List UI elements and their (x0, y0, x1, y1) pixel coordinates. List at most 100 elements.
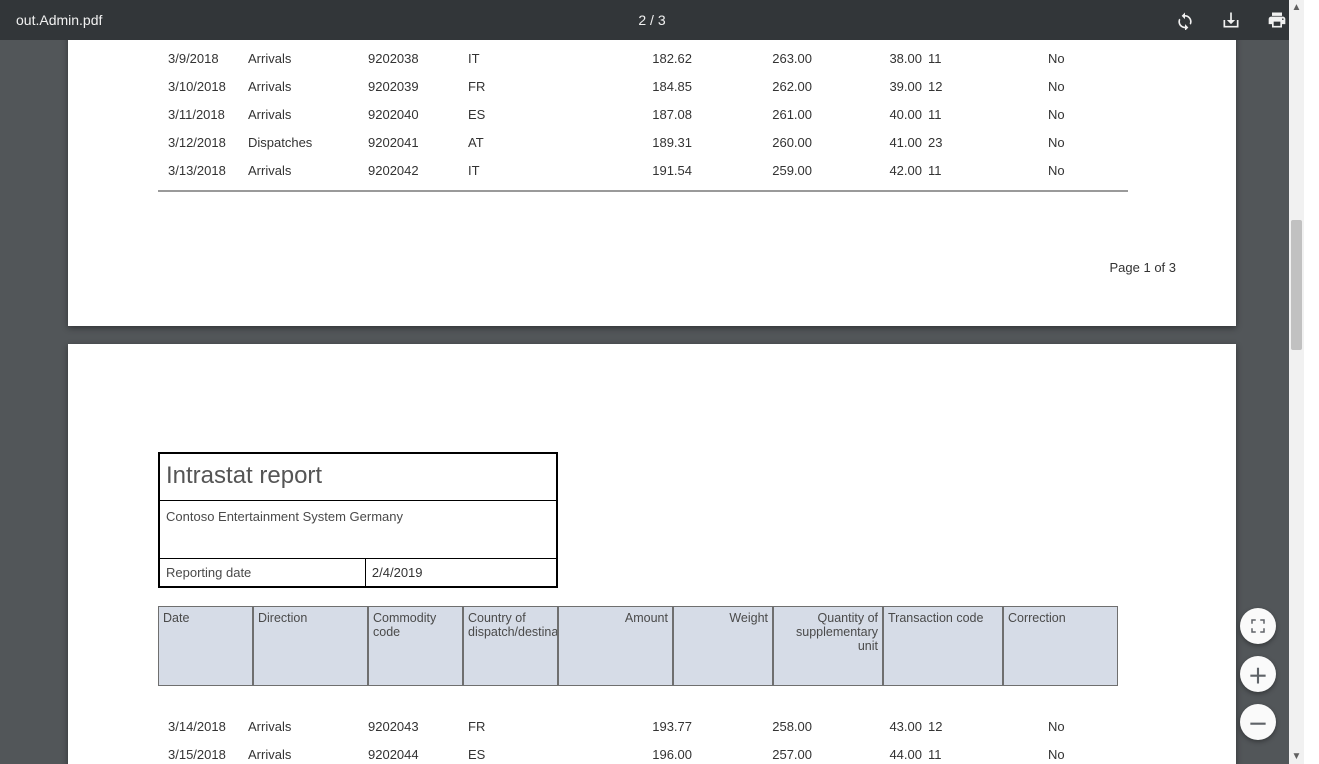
col-direction: Direction (253, 606, 368, 686)
cell-direction: Arrivals (248, 719, 368, 734)
cell-quantity: 41.00 (818, 135, 928, 150)
cell-weight: 262.00 (698, 79, 818, 94)
cell-amount: 196.00 (568, 747, 698, 762)
cell-quantity: 42.00 (818, 163, 928, 178)
scroll-thumb[interactable] (1291, 220, 1302, 350)
zoom-in-button[interactable]: ＋ (1240, 656, 1276, 692)
cell-country: ES (468, 107, 568, 122)
cell-amount: 187.08 (568, 107, 698, 122)
vertical-scrollbar[interactable]: ▲ ▼ (1289, 0, 1304, 764)
cell-quantity: 44.00 (818, 747, 928, 762)
pdf-viewer: out.Admin.pdf 2 / 3 3/9/2018Arrivals9202… (0, 0, 1304, 764)
cell-commodity: 9202042 (368, 163, 468, 178)
cell-date: 3/10/2018 (158, 79, 248, 94)
table-row: 3/9/2018Arrivals9202038IT182.62263.0038.… (158, 44, 1128, 72)
table-row: 3/13/2018Arrivals9202042IT191.54259.0042… (158, 156, 1128, 184)
cell-weight: 263.00 (698, 51, 818, 66)
cell-country: AT (468, 135, 568, 150)
pdf-page-1: 3/9/2018Arrivals9202038IT182.62263.0038.… (68, 40, 1236, 326)
report-date-label: Reporting date (160, 559, 366, 586)
col-date: Date (158, 606, 253, 686)
file-title: out.Admin.pdf (16, 12, 102, 28)
toolbar-actions (1174, 9, 1288, 31)
report-date-value: 2/4/2019 (366, 559, 556, 586)
cell-amount: 191.54 (568, 163, 698, 178)
download-icon[interactable] (1220, 9, 1242, 31)
zoom-controls: ＋ － (1240, 608, 1276, 740)
cell-amount: 193.77 (568, 719, 698, 734)
cell-country: ES (468, 747, 568, 762)
cell-amount: 184.85 (568, 79, 698, 94)
table-row: 3/11/2018Arrivals9202040ES187.08261.0040… (158, 100, 1128, 128)
cell-commodity: 9202044 (368, 747, 468, 762)
cell-weight: 261.00 (698, 107, 818, 122)
cell-quantity: 38.00 (818, 51, 928, 66)
cell-country: FR (468, 719, 568, 734)
cell-direction: Arrivals (248, 747, 368, 762)
report-header-box: Intrastat report Contoso Entertainment S… (158, 452, 558, 588)
cell-transaction: 12 (928, 79, 1048, 94)
cell-date: 3/15/2018 (158, 747, 248, 762)
cell-direction: Arrivals (248, 51, 368, 66)
scroll-down-arrow[interactable]: ▼ (1289, 749, 1304, 764)
cell-country: IT (468, 51, 568, 66)
cell-correction: No (1048, 51, 1118, 66)
cell-transaction: 11 (928, 747, 1048, 762)
page-footer: Page 1 of 3 (1110, 260, 1177, 275)
cell-direction: Arrivals (248, 107, 368, 122)
col-transaction: Transaction code (883, 606, 1003, 686)
cell-correction: No (1048, 747, 1118, 762)
cell-correction: No (1048, 79, 1118, 94)
cell-correction: No (1048, 719, 1118, 734)
cell-weight: 258.00 (698, 719, 818, 734)
cell-direction: Arrivals (248, 163, 368, 178)
col-correction: Correction (1003, 606, 1118, 686)
document-area[interactable]: 3/9/2018Arrivals9202038IT182.62263.0038.… (0, 40, 1304, 764)
pdf-toolbar: out.Admin.pdf 2 / 3 (0, 0, 1304, 40)
pdf-page-2: Intrastat report Contoso Entertainment S… (68, 344, 1236, 764)
cell-direction: Dispatches (248, 135, 368, 150)
zoom-out-button[interactable]: － (1240, 704, 1276, 740)
col-quantity: Quantity of supplementary unit (773, 606, 883, 686)
page-indicator: 2 / 3 (638, 12, 665, 28)
cell-quantity: 39.00 (818, 79, 928, 94)
report-company: Contoso Entertainment System Germany (160, 501, 556, 559)
rotate-icon[interactable] (1174, 9, 1196, 31)
col-amount: Amount (558, 606, 673, 686)
cell-country: FR (468, 79, 568, 94)
table-row: 3/12/2018Dispatches9202041AT189.31260.00… (158, 128, 1128, 156)
cell-commodity: 9202043 (368, 719, 468, 734)
cell-country: IT (468, 163, 568, 178)
table-row: 3/14/2018Arrivals9202043FR193.77258.0043… (158, 712, 1128, 740)
cell-weight: 257.00 (698, 747, 818, 762)
cell-commodity: 9202040 (368, 107, 468, 122)
cell-transaction: 12 (928, 719, 1048, 734)
report-table-page1: 3/9/2018Arrivals9202038IT182.62263.0038.… (158, 44, 1128, 192)
cell-date: 3/11/2018 (158, 107, 248, 122)
cell-correction: No (1048, 107, 1118, 122)
scroll-up-arrow[interactable]: ▲ (1289, 0, 1304, 15)
cell-transaction: 11 (928, 107, 1048, 122)
cell-commodity: 9202039 (368, 79, 468, 94)
cell-commodity: 9202038 (368, 51, 468, 66)
cell-date: 3/13/2018 (158, 163, 248, 178)
cell-correction: No (1048, 163, 1118, 178)
cell-transaction: 11 (928, 51, 1048, 66)
print-icon[interactable] (1266, 9, 1288, 31)
cell-amount: 189.31 (568, 135, 698, 150)
cell-date: 3/14/2018 (158, 719, 248, 734)
table-row: 3/15/2018Arrivals9202044ES196.00257.0044… (158, 740, 1128, 764)
cell-weight: 260.00 (698, 135, 818, 150)
col-commodity: Commodity code (368, 606, 463, 686)
report-table-page2: 3/14/2018Arrivals9202043FR193.77258.0043… (158, 712, 1128, 764)
cell-amount: 182.62 (568, 51, 698, 66)
report-title: Intrastat report (160, 454, 556, 501)
report-date-row: Reporting date 2/4/2019 (160, 559, 556, 586)
cell-date: 3/9/2018 (158, 51, 248, 66)
fit-page-button[interactable] (1240, 608, 1276, 644)
col-weight: Weight (673, 606, 773, 686)
report-column-headers: Date Direction Commodity code Country of… (158, 606, 1118, 686)
cell-direction: Arrivals (248, 79, 368, 94)
cell-weight: 259.00 (698, 163, 818, 178)
report-divider (158, 190, 1128, 192)
